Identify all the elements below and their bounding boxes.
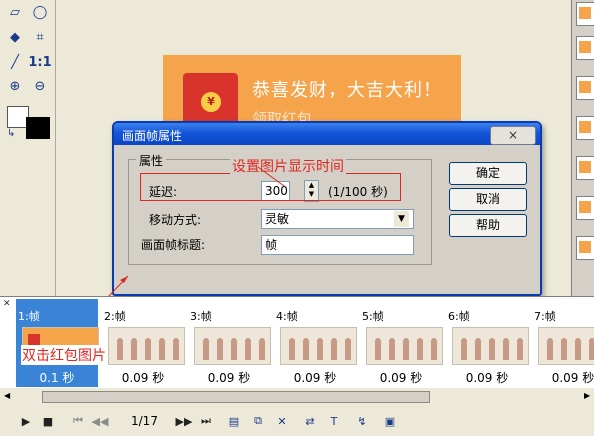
previous-frame-icon[interactable]: ◀◀ — [92, 413, 109, 429]
frame-label: 3:帧 — [190, 310, 212, 323]
scroll-right-icon[interactable]: ▶ — [584, 391, 590, 400]
frame-item[interactable]: 6:帧 0.09 秒 — [446, 299, 529, 387]
duplicate-frame-icon[interactable]: ⧉ — [250, 413, 266, 429]
annotation-double-click: 双击红包图片 — [21, 345, 107, 365]
frame-delay: 0.1 秒 — [39, 371, 75, 385]
frame-item[interactable]: 1:帧 0.1 秒 — [16, 299, 99, 387]
frame-properties-icon[interactable]: ▣ — [382, 413, 398, 429]
effect-icon[interactable]: ↯ — [354, 413, 370, 429]
frame-thumbnail — [452, 327, 529, 365]
stop-icon[interactable]: ■ — [40, 413, 56, 429]
frame-item[interactable]: 2:帧 0.09 秒 — [102, 299, 185, 387]
close-icon[interactable]: ✕ — [3, 299, 11, 309]
frame-delay: 0.09 秒 — [465, 371, 509, 385]
next-frame-icon[interactable]: ▶▶ — [176, 413, 193, 429]
play-icon[interactable]: ▶ — [18, 413, 34, 429]
move-frame-icon[interactable]: ⇄ — [302, 413, 318, 429]
text-frame-icon[interactable]: T — [326, 413, 342, 429]
frame-label: 4:帧 — [276, 310, 298, 323]
frame-thumbnail — [194, 327, 271, 365]
frame-delay: 0.09 秒 — [379, 371, 423, 385]
frame-label: 2:帧 — [104, 310, 126, 323]
frame-delay: 0.09 秒 — [293, 371, 337, 385]
red-envelope-icon — [28, 334, 40, 345]
frame-delay: 0.09 秒 — [551, 371, 594, 385]
frame-delay: 0.09 秒 — [121, 371, 165, 385]
frame-label: 6:帧 — [448, 310, 470, 323]
frame-thumbnail — [108, 327, 185, 365]
frame-thumbnail — [538, 327, 594, 365]
player-toolbar — [0, 404, 594, 436]
scroll-left-icon[interactable]: ◀ — [4, 391, 10, 400]
frame-delay: 0.09 秒 — [207, 371, 251, 385]
first-frame-icon[interactable]: ⏮ — [70, 413, 86, 429]
frame-item[interactable]: 4:帧 0.09 秒 — [274, 299, 357, 387]
frame-label: 7:帧 — [534, 310, 556, 323]
frame-thumbnail — [366, 327, 443, 365]
frame-label: 5:帧 — [362, 310, 384, 323]
frame-item[interactable]: 3:帧 0.09 秒 — [188, 299, 271, 387]
frame-thumbnail — [280, 327, 357, 365]
frame-counter: 1/17 — [131, 414, 158, 428]
frame-item[interactable]: 5:帧 0.09 秒 — [360, 299, 443, 387]
frame-label: 1:帧 — [18, 310, 40, 323]
scroll-thumb[interactable] — [42, 391, 430, 403]
last-frame-icon[interactable]: ⏭ — [198, 413, 214, 429]
delete-frame-icon[interactable]: ✕ — [274, 413, 290, 429]
frame-item[interactable]: 7:帧 0.09 秒 — [532, 299, 594, 387]
new-frame-icon[interactable]: ▤ — [226, 413, 242, 429]
